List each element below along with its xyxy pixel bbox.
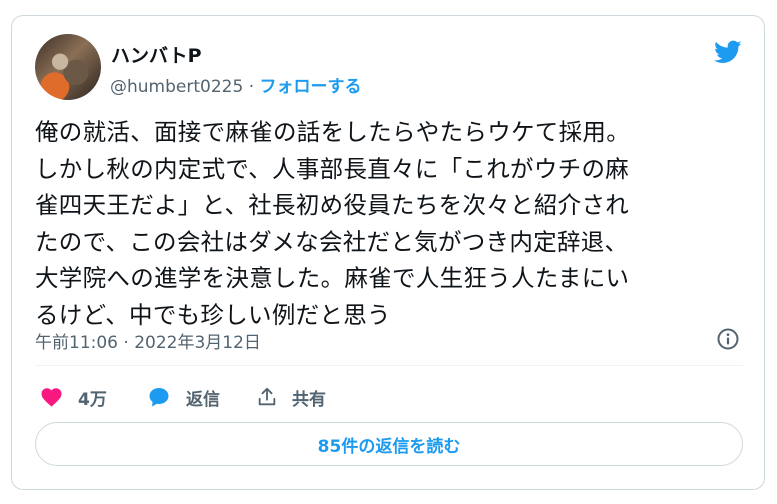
tweet-text-line: 大学院への進学を決意した。麻雀で人生狂う人たまにい [35, 264, 630, 292]
share-label: 共有 [292, 389, 326, 410]
share-icon [258, 387, 276, 406]
tweet-text-line: 雀四天王だよ」と、社長初め役員たちを次々と紹介され [35, 191, 630, 219]
like-button[interactable]: 4万 [39, 384, 107, 410]
heart-icon [41, 388, 62, 407]
author-name[interactable]: ハンバトP [111, 41, 202, 68]
tweet-text-line: たので、この会社はダメな会社だと気がつき内定辞退、 [35, 227, 629, 256]
tweet-date: 2022年3月12日 [134, 333, 261, 353]
tweet-text: 俺の就活、面接で麻雀の話をしたらやたらウケて採用。 しかし秋の内定式で、人事部長… [35, 114, 747, 333]
read-replies-button[interactable]: 85件の返信を読む [35, 422, 743, 466]
like-count: 4万 [78, 389, 107, 410]
divider [35, 365, 743, 366]
follow-button[interactable]: フォローする [260, 77, 362, 97]
info-icon[interactable] [716, 327, 740, 351]
reply-label: 返信 [186, 389, 220, 410]
reply-bubble-icon [149, 388, 169, 407]
timestamp[interactable]: 午前11:06 · 2022年3月12日 [35, 328, 261, 353]
handle-row: @humbert0225 · フォローする [110, 72, 362, 97]
tweet-text-line: しかし秋の内定式で、人事部長直々に「これがウチの麻 [35, 154, 630, 183]
separator: · [248, 77, 255, 97]
twitter-bird-icon[interactable] [712, 38, 744, 66]
meta-separator: · [123, 333, 129, 353]
share-button[interactable]: 共有 [256, 384, 326, 410]
tweet-text-line: 俺の就活、面接で麻雀の話をしたらやたらウケて採用。 [35, 118, 630, 146]
reply-button[interactable]: 返信 [146, 384, 220, 410]
tweet-time: 午前11:06 [35, 333, 118, 353]
avatar[interactable] [35, 34, 101, 100]
author-handle[interactable]: @humbert0225 [110, 77, 243, 97]
tweet-card: ハンバトP @humbert0225 · フォローする 俺の就活、面接で麻雀の話… [11, 15, 765, 490]
